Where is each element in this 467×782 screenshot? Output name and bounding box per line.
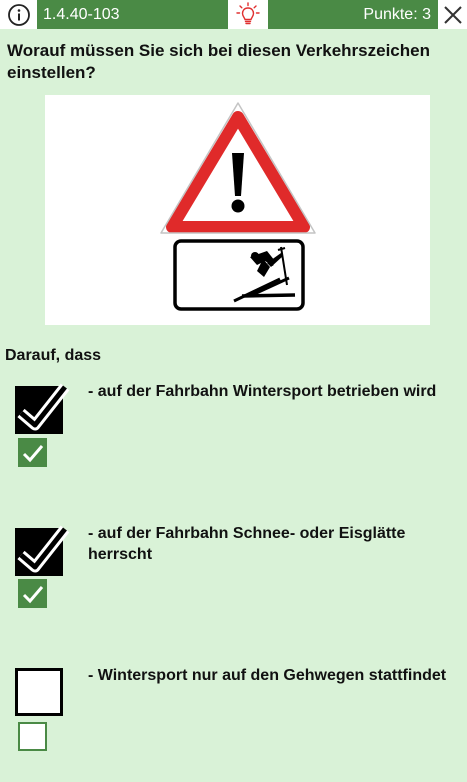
checkmark-icon xyxy=(22,586,44,604)
solution-indicator xyxy=(18,438,47,467)
solution-indicator xyxy=(18,722,47,751)
answer-option-1: - auf der Fahrbahn Wintersport betrieben… xyxy=(0,378,467,498)
answer-checkbox[interactable] xyxy=(15,668,63,716)
checkmark-icon xyxy=(17,525,70,573)
close-button[interactable] xyxy=(438,0,467,29)
close-icon xyxy=(443,5,462,24)
answer-option-3: - Wintersport nur auf den Gehwegen statt… xyxy=(0,662,467,782)
answer-text: - auf der Fahrbahn Wintersport betrieben… xyxy=(88,383,437,400)
points-display: Punkte: 3 xyxy=(268,0,438,29)
top-bar: 1.4.40-103 Punkte: 3 xyxy=(0,0,467,29)
lightbulb-icon xyxy=(236,1,260,24)
checkmark-icon xyxy=(17,383,70,431)
answer-checkbox[interactable] xyxy=(15,525,70,576)
solution-indicator xyxy=(18,579,47,608)
warning-triangle-icon xyxy=(160,102,316,234)
traffic-sign-image xyxy=(45,95,430,325)
info-circle-icon xyxy=(7,3,30,26)
info-button[interactable] xyxy=(0,0,37,29)
answer-text: - Wintersport nur auf den Gehwegen statt… xyxy=(88,667,447,684)
answer-text: - auf der Fahrbahn Schnee- oder Eisglätt… xyxy=(88,525,406,563)
checkmark-icon xyxy=(22,445,44,463)
hint-button[interactable] xyxy=(228,0,268,29)
answers-intro: Darauf, dass xyxy=(5,347,102,364)
answer-option-2: - auf der Fahrbahn Schnee- oder Eisglätt… xyxy=(0,520,467,640)
question-id: 1.4.40-103 xyxy=(37,0,228,29)
skier-icon xyxy=(173,239,305,311)
question-text: Worauf müssen Sie sich bei diesen Verkeh… xyxy=(7,41,430,82)
answer-checkbox[interactable] xyxy=(15,383,70,434)
